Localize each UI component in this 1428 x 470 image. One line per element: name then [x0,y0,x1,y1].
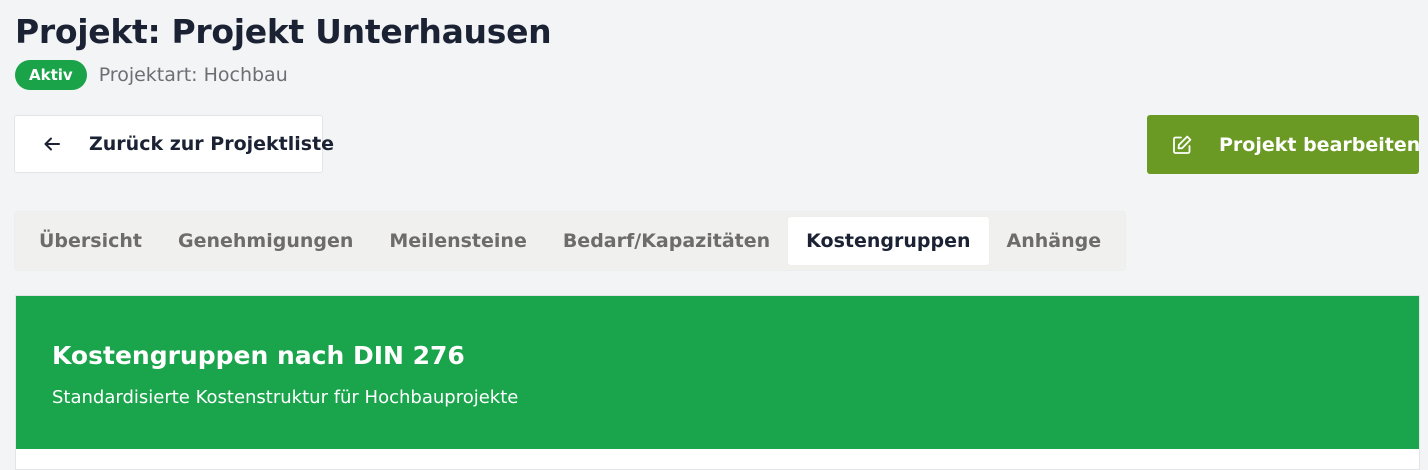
cost-groups-subtitle: Standardisierte Kostenstruktur für Hochb… [52,387,519,408]
back-to-project-list-button[interactable]: Zurück zur Projektliste [14,115,334,173]
tab-milestones[interactable]: Meilensteine [371,217,544,265]
page-title: Projekt: Projekt Unterhausen [15,12,552,51]
tab-demand-capacities[interactable]: Bedarf/Kapazitäten [545,217,788,265]
arrow-left-icon [43,135,61,153]
project-type: Projektart: Hochbau [98,64,288,86]
edit-button-label: Projekt bearbeiten [1219,133,1421,156]
back-button-label: Zurück zur Projektliste [89,133,335,155]
edit-project-button[interactable]: Projekt bearbeiten [1147,115,1421,174]
tab-permits[interactable]: Genehmigungen [160,217,371,265]
tab-attachments[interactable]: Anhänge [989,217,1120,265]
status-badge: Aktiv [15,60,87,90]
cost-groups-panel: Kostengruppen nach DIN 276 Standardisier… [15,295,1420,470]
cost-groups-title: Kostengruppen nach DIN 276 [52,341,465,370]
project-meta: Aktiv Projektart: Hochbau [15,60,288,90]
tab-cost-groups[interactable]: Kostengruppen [788,217,989,265]
project-tabs: Übersicht Genehmigungen Meilensteine Bed… [14,211,1127,271]
edit-icon [1171,134,1193,156]
tab-overview[interactable]: Übersicht [21,217,160,265]
cost-groups-header: Kostengruppen nach DIN 276 Standardisier… [16,296,1419,449]
